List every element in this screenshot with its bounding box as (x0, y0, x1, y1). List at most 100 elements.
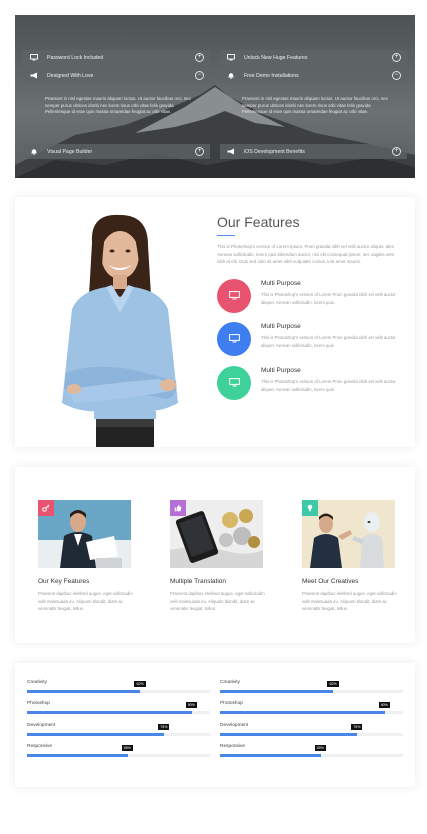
skill-fill (220, 754, 321, 757)
service-name: Meet Our Creatives (302, 578, 359, 585)
minus-icon[interactable]: − (392, 71, 401, 80)
plus-icon[interactable]: + (392, 147, 401, 156)
feature-icon-circle (217, 366, 251, 400)
skill-track (27, 711, 210, 714)
accordion-section: Password Lock Included + Designed With L… (15, 15, 415, 178)
skill-fill (27, 733, 165, 736)
skill-label: Development (220, 723, 249, 728)
features-section: Our Features This is Photoshop's version… (15, 197, 415, 447)
feature-item: Multi Purpose This is Photoshop's versio… (217, 366, 402, 401)
skill-fill (27, 690, 141, 693)
minus-icon[interactable]: − (195, 71, 204, 80)
accordion-item-label: Designed With Love (47, 72, 94, 79)
accordion-item[interactable]: Unlock New Huge Features + (220, 50, 407, 65)
skill-fill (27, 711, 192, 714)
service-description: Praesent dapibus eleifend augue, eget so… (170, 591, 265, 611)
skill-fill (220, 711, 385, 714)
skill-track (220, 754, 403, 757)
skill-percent-badge: 62% (134, 681, 146, 687)
service-card[interactable]: Multiple Translation Praesent dapibus el… (170, 500, 265, 613)
service-description: Praesent dapibus eleifend augue, eget so… (302, 591, 397, 611)
accordion-item[interactable]: Designed With Love − (23, 68, 210, 83)
skill-bar: Photoshop 90% (220, 701, 403, 719)
bell-icon (226, 72, 236, 80)
accordion-item-label: Unlock New Huge Features (244, 54, 308, 61)
skill-bar: Creativity 62% (27, 680, 210, 698)
services-section: Our Key Features Praesent dapibus eleife… (15, 467, 415, 643)
feature-description: This is Photoshop's version of Lorem Pro… (261, 379, 396, 392)
monitor-icon (226, 54, 236, 62)
accordion-body: Praesent in nisl egestas mauris aliquam … (242, 96, 388, 114)
skill-percent-badge: 55% (314, 745, 326, 751)
skill-label: Creativity (27, 680, 47, 685)
thumbs-up-icon (174, 500, 182, 517)
megaphone-icon (226, 148, 236, 156)
badge (302, 500, 318, 516)
accordion-right: Unlock New Huge Features + Free Demo Ins… (220, 50, 407, 162)
feature-name: Multi Purpose (261, 280, 301, 287)
skill-bar: Photoshop 90% (27, 701, 210, 719)
plus-icon[interactable]: + (195, 53, 204, 62)
plus-icon[interactable]: + (392, 53, 401, 62)
feature-name: Multi Purpose (261, 367, 301, 374)
monitor-icon (228, 287, 240, 305)
skill-label: Responsive (27, 744, 53, 749)
feature-item: Multi Purpose This is Photoshop's versio… (217, 279, 402, 314)
feature-description: This is Photoshop's version of Lorem Pro… (261, 335, 396, 348)
accordion-item-label: Visual Page Builder (47, 148, 93, 155)
skill-label: Development (27, 723, 56, 728)
skill-label: Photoshop (27, 701, 50, 706)
feature-description: This is Photoshop's version of Lorem Pro… (261, 292, 396, 305)
skill-track (27, 690, 210, 693)
key-icon (42, 500, 50, 517)
service-card[interactable]: Meet Our Creatives Praesent dapibus elei… (302, 500, 397, 613)
service-description: Praesent dapibus eleifend augue, eget so… (38, 591, 133, 611)
badge (38, 500, 54, 516)
service-name: Our Key Features (38, 578, 90, 585)
skill-percent-badge: 90% (185, 702, 197, 708)
skill-bar: Development 75% (220, 723, 403, 741)
skill-fill (220, 733, 358, 736)
accordion-item[interactable]: Visual Page Builder + (23, 144, 210, 159)
monitor-icon (228, 330, 240, 348)
skill-bar: Responsive 55% (220, 744, 403, 762)
skill-percent-badge: 90% (378, 702, 390, 708)
skill-bar: Development 75% (27, 723, 210, 741)
monitor-icon (228, 374, 240, 392)
badge (170, 500, 186, 516)
skill-label: Responsive (220, 744, 246, 749)
accordion-left: Password Lock Included + Designed With L… (23, 50, 210, 162)
skill-label: Creativity (220, 680, 240, 685)
phone-coins-photo (170, 500, 263, 568)
feature-icon-circle (217, 322, 251, 356)
skill-percent-badge: 75% (158, 724, 170, 730)
monitor-icon (29, 54, 39, 62)
skill-fill (220, 690, 334, 693)
accordion-item-label: Free Demo Installations (244, 72, 299, 79)
plus-icon[interactable]: + (195, 147, 204, 156)
woman-photo (62, 214, 178, 447)
skill-percent-badge: 75% (351, 724, 363, 730)
skill-bar: Creativity 62% (220, 680, 403, 698)
feature-name: Multi Purpose (261, 323, 301, 330)
features-intro: This is Photoshop's version of Lorem Ips… (217, 244, 395, 264)
skills-section: Creativity 62% Photoshop 90% Development 75% R… (15, 663, 415, 787)
feature-icon-circle (217, 279, 251, 313)
accordion-item[interactable]: Free Demo Installations − (220, 68, 407, 83)
skill-percent-badge: 55% (121, 745, 133, 751)
title-underline (217, 235, 235, 236)
skill-label: Photoshop (220, 701, 243, 706)
skill-track (220, 733, 403, 736)
skill-track (27, 754, 210, 757)
service-card[interactable]: Our Key Features Praesent dapibus eleife… (38, 500, 133, 613)
features-title: Our Features (217, 214, 300, 230)
man-robot-photo (302, 500, 395, 568)
skill-track (220, 690, 403, 693)
accordion-item-label: Password Lock Included (47, 54, 104, 61)
skill-track (220, 711, 403, 714)
accordion-item[interactable]: iOS Development Benefits + (220, 144, 407, 159)
accordion-body: Praesent in nisl egestas mauris aliquam … (45, 96, 191, 114)
accordion-item[interactable]: Password Lock Included + (23, 50, 210, 65)
skill-fill (27, 754, 128, 757)
bell-icon (29, 148, 39, 156)
